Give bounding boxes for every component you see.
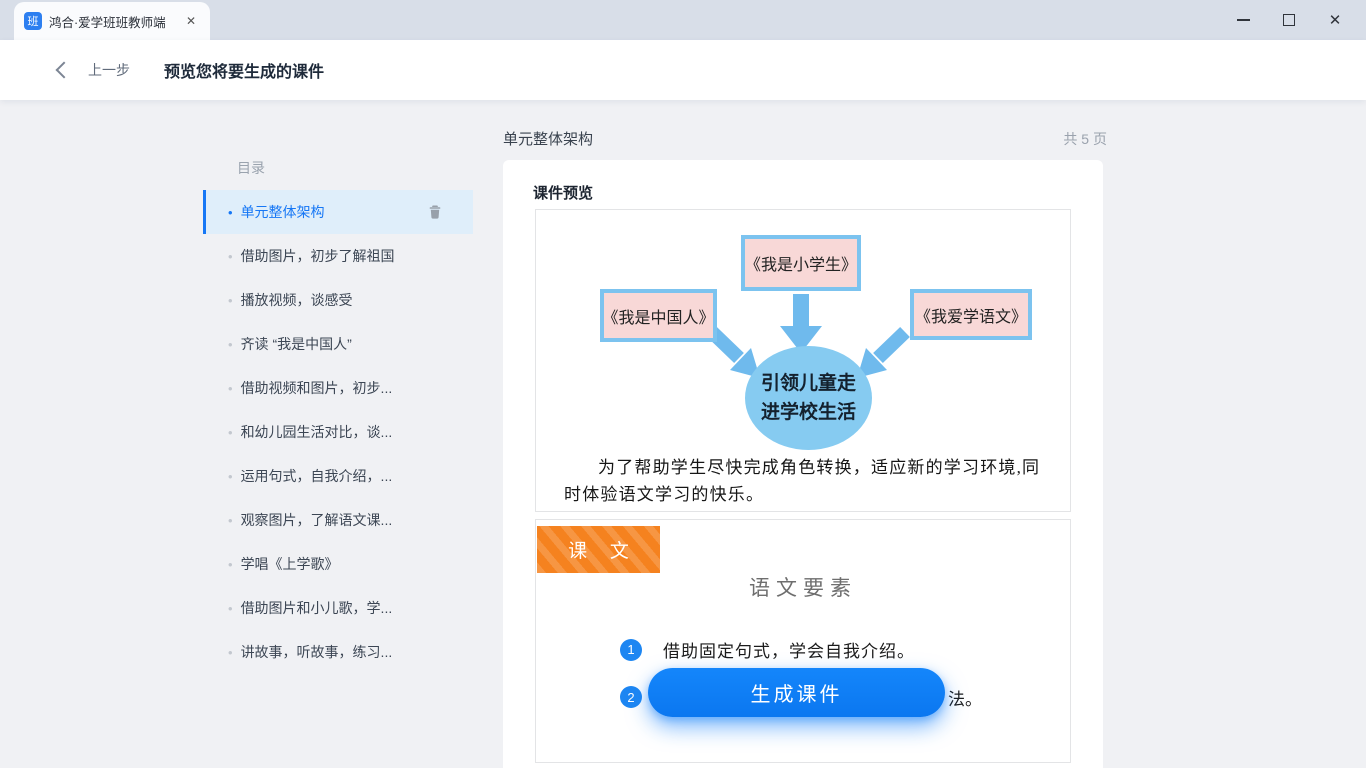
trash-icon[interactable] <box>427 204 443 220</box>
back-label: 上一步 <box>88 60 130 80</box>
sidebar-item-11[interactable]: • 讲故事，听故事，练习... <box>203 630 473 674</box>
bullet-icon: • <box>228 513 233 528</box>
sidebar-item-7[interactable]: • 运用句式，自我介绍，... <box>203 454 473 498</box>
sidebar-item-10[interactable]: • 借助图片和小儿歌，学... <box>203 586 473 630</box>
titlebar: 班 鸿合·爱学班班教师端 ✕ ✕ <box>0 0 1366 40</box>
app-window: 班 鸿合·爱学班班教师端 ✕ ✕ 上一步 预览您将要生成的课件 目录 • 单元整… <box>0 0 1366 768</box>
bullet-icon: • <box>228 645 233 660</box>
sidebar-item-label: 借助图片和小儿歌，学... <box>241 598 393 618</box>
main-header: 单元整体架构 共 5 页 <box>503 126 1107 150</box>
bullet-icon: • <box>228 249 233 264</box>
sidebar-item-label: 齐读 “我是中国人” <box>241 334 352 354</box>
toc-list: • 单元整体架构 • 借助图片，初步了解祖国 • 播放视频，谈感受 <box>203 190 473 674</box>
slide-preview-2: 课 文 语文要素 1 借助固定句式，学会自我介绍。 2 法。 <box>535 519 1071 763</box>
sidebar-item-3[interactable]: • 播放视频，谈感受 <box>203 278 473 322</box>
sidebar-item-5[interactable]: • 借助视频和图片，初步... <box>203 366 473 410</box>
sidebar-item-label: 学唱《上学歌》 <box>241 554 339 574</box>
tab-close-icon[interactable]: ✕ <box>182 12 200 30</box>
ellipse-line2: 进学校生活 <box>761 398 856 427</box>
sidebar-item-label: 单元整体架构 <box>241 202 325 222</box>
bullet-icon: • <box>228 557 233 572</box>
chevron-left-icon <box>56 62 73 79</box>
bullet-icon: • <box>228 337 233 352</box>
sidebar-toc: 目录 • 单元整体架构 • 借助图片，初步了解祖国 • 播放视频，谈感受 <box>203 100 473 674</box>
bullet-icon: • <box>228 469 233 484</box>
slide2-title: 语文要素 <box>536 572 1070 602</box>
diagram-ellipse: 引领儿童走 进学校生活 <box>745 346 872 450</box>
sidebar-item-label: 借助图片，初步了解祖国 <box>241 246 395 266</box>
bullet-icon: • <box>228 293 233 308</box>
numbered-item-1: 1 借助固定句式，学会自我介绍。 <box>620 637 915 662</box>
preview-card-title: 课件预览 <box>533 182 593 203</box>
sidebar-item-2[interactable]: • 借助图片，初步了解祖国 <box>203 234 473 278</box>
sidebar-item-9[interactable]: • 学唱《上学歌》 <box>203 542 473 586</box>
close-button[interactable]: ✕ <box>1312 0 1358 40</box>
sidebar-item-6[interactable]: • 和幼儿园生活对比，谈... <box>203 410 473 454</box>
numbered-item-2: 2 <box>620 686 642 708</box>
sidebar-item-label: 观察图片，了解语文课... <box>241 510 393 530</box>
sidebar-item-label: 讲故事，听故事，练习... <box>241 642 393 662</box>
numbered-item-1-text: 借助固定句式，学会自我介绍。 <box>663 637 915 662</box>
generate-courseware-button[interactable]: 生成课件 <box>648 668 945 717</box>
sidebar-item-label: 运用句式，自我介绍，... <box>241 466 393 486</box>
bullet-icon: • <box>228 425 233 440</box>
number-2-icon: 2 <box>620 686 642 708</box>
diagram-box-right: 《我爱学语文》 <box>910 289 1032 340</box>
sidebar-item-label: 播放视频，谈感受 <box>241 290 353 310</box>
minimize-button[interactable] <box>1220 0 1266 40</box>
tab-title: 鸿合·爱学班班教师端 <box>49 12 176 31</box>
sidebar-item-label: 借助视频和图片，初步... <box>241 378 393 398</box>
bullet-icon: • <box>228 601 233 616</box>
sidebar-item-1[interactable]: • 单元整体架构 <box>203 190 473 234</box>
app-tab[interactable]: 班 鸿合·爱学班班教师端 ✕ <box>14 2 210 40</box>
bullet-icon: • <box>228 205 233 220</box>
numbered-item-2-tail: 法。 <box>948 686 982 708</box>
sidebar-item-label: 和幼儿园生活对比，谈... <box>241 422 393 442</box>
section-title: 单元整体架构 <box>503 128 593 149</box>
sidebar-item-8[interactable]: • 观察图片，了解语文课... <box>203 498 473 542</box>
bullet-icon: • <box>228 381 233 396</box>
header: 上一步 预览您将要生成的课件 <box>0 40 1366 100</box>
slide1-paragraph: 为了帮助学生尽快完成角色转换，适应新的学习环境,同时体验语文学习的快乐。 <box>564 454 1046 508</box>
page-count: 共 5 页 <box>1063 129 1107 149</box>
sidebar-item-4[interactable]: • 齐读 “我是中国人” <box>203 322 473 366</box>
diagram-box-top: 《我是小学生》 <box>741 235 861 291</box>
ellipse-line1: 引领儿童走 <box>761 369 856 398</box>
slide-preview-1: 《我是小学生》 《我是中国人》 《我爱学语文》 引领儿童走 进学校生活 为了帮助… <box>535 209 1071 512</box>
toc-label: 目录 <box>203 100 473 190</box>
minimize-icon <box>1237 19 1250 21</box>
window-controls: ✕ <box>1220 0 1358 40</box>
lesson-badge: 课 文 <box>537 526 660 573</box>
maximize-icon <box>1283 14 1295 26</box>
diagram-box-left: 《我是中国人》 <box>600 289 717 342</box>
app-logo-icon: 班 <box>24 12 42 30</box>
back-button[interactable]: 上一步 <box>58 60 130 80</box>
page-title: 预览您将要生成的课件 <box>164 58 324 82</box>
maximize-button[interactable] <box>1266 0 1312 40</box>
number-1-icon: 1 <box>620 639 642 661</box>
